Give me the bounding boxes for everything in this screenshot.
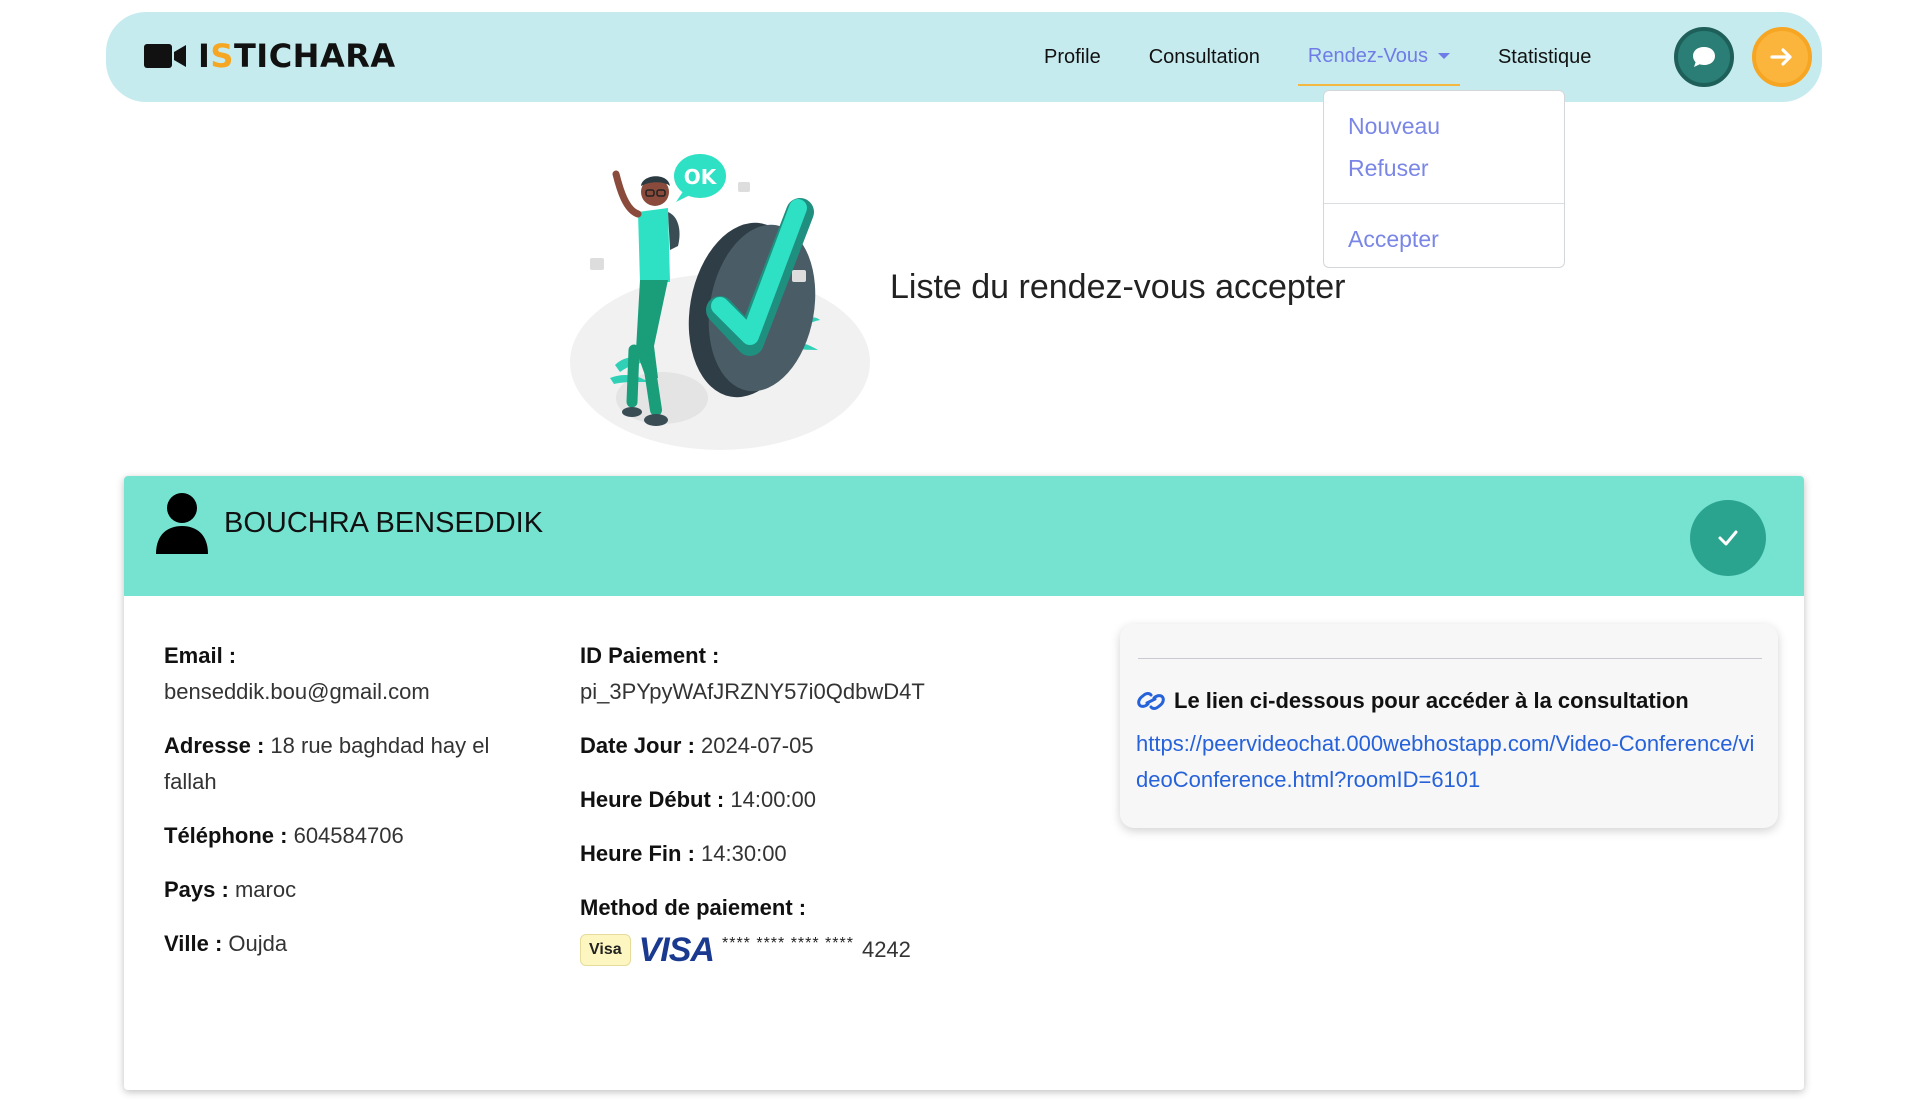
- top-navbar: ISTICHARA Profile Consultation Rendez-Vo…: [106, 12, 1822, 102]
- link-icon: [1137, 692, 1165, 710]
- phone-field: Téléphone : 604584706: [164, 818, 524, 854]
- link-box-divider: [1138, 658, 1762, 659]
- payment-method-label: Method de paiement :: [580, 895, 807, 920]
- consultation-link-box: Le lien ci-dessous pour accéder à la con…: [1120, 624, 1778, 828]
- payment-id-field: ID Paiement : pi_3PYpyWAfJRZNY57i0QdbwD4…: [580, 638, 1060, 710]
- nav-links: Profile Consultation Rendez-Vous Statist…: [1044, 12, 1639, 102]
- rendez-vous-dropdown: Nouveau Refuser Accepter: [1323, 90, 1565, 268]
- nav-item-rendez-vous[interactable]: Rendez-Vous: [1297, 44, 1461, 86]
- country-label: Pays :: [164, 877, 229, 902]
- payment-method-row: Visa VISA **** **** **** **** 4242: [580, 932, 1060, 968]
- payment-info: ID Paiement : pi_3PYpyWAfJRZNY57i0QdbwD4…: [580, 638, 1060, 968]
- nav-item-profile[interactable]: Profile: [1044, 46, 1101, 69]
- country-field: Pays : maroc: [164, 872, 524, 908]
- payment-method-field: Method de paiement :: [580, 890, 1060, 926]
- brand-logo[interactable]: ISTICHARA: [144, 40, 396, 72]
- patient-name: BOUCHRA BENSEDDIK: [224, 507, 544, 539]
- card-header: BOUCHRA BENSEDDIK: [124, 476, 1804, 596]
- end-time-value: 14:30:00: [701, 841, 787, 866]
- email-value: benseddik.bou@gmail.com: [164, 679, 430, 704]
- arrow-right-icon: [1770, 48, 1792, 66]
- email-label: Email :: [164, 643, 237, 668]
- dropdown-divider: [1324, 203, 1564, 204]
- phone-value: 604584706: [293, 823, 404, 848]
- appointment-card: BOUCHRA BENSEDDIK Email : benseddik.bou@…: [124, 476, 1804, 1090]
- address-label: Adresse :: [164, 733, 265, 758]
- link-title-text: Le lien ci-dessous pour accéder à la con…: [1174, 688, 1689, 713]
- patient-info: Email : benseddik.bou@gmail.com Adresse …: [164, 638, 524, 980]
- end-time-label: Heure Fin :: [580, 841, 695, 866]
- link-title: Le lien ci-dessous pour accéder à la con…: [1136, 688, 1689, 714]
- person-icon: [156, 493, 208, 554]
- accepted-status-badge: [1690, 500, 1766, 576]
- address-field: Adresse : 18 rue baghdad hay el fallah: [164, 728, 524, 800]
- ok-bubble-text: OK: [684, 165, 718, 189]
- city-value: Oujda: [228, 931, 288, 956]
- city-field: Ville : Oujda: [164, 926, 524, 962]
- email-field: Email : benseddik.bou@gmail.com: [164, 638, 524, 710]
- logout-button[interactable]: [1752, 27, 1812, 87]
- start-time-field: Heure Début : 14:00:00: [580, 782, 1060, 818]
- city-label: Ville :: [164, 931, 223, 956]
- nav-item-statistique[interactable]: Statistique: [1498, 46, 1591, 69]
- nav-item-rendez-vous-label: Rendez-Vous: [1307, 44, 1428, 67]
- dropdown-item-nouveau[interactable]: Nouveau: [1324, 105, 1564, 147]
- card-brand-chip: Visa: [580, 934, 631, 966]
- end-time-field: Heure Fin : 14:30:00: [580, 836, 1060, 872]
- start-time-label: Heure Début :: [580, 787, 725, 812]
- date-label: Date Jour :: [580, 733, 695, 758]
- accepted-illustration: OK: [570, 154, 870, 450]
- brand-name: ISTICHARA: [198, 37, 396, 75]
- chat-bubble-icon: [1693, 47, 1715, 67]
- date-value: 2024-07-05: [701, 733, 814, 758]
- card-last4: 4242: [861, 937, 911, 962]
- consultation-url-link[interactable]: https://peervideochat.000webhostapp.com/…: [1136, 726, 1756, 798]
- nav-item-consultation[interactable]: Consultation: [1149, 46, 1260, 69]
- country-value: maroc: [234, 877, 297, 902]
- caret-down-icon: [1437, 53, 1450, 60]
- date-field: Date Jour : 2024-07-05: [580, 728, 1060, 764]
- masked-card-number: **** **** **** ****: [721, 935, 854, 952]
- payment-id-label: ID Paiement :: [580, 643, 720, 668]
- chat-button[interactable]: [1674, 27, 1734, 87]
- check-icon: [1718, 530, 1738, 546]
- page-title: Liste du rendez-vous accepter: [890, 268, 1346, 306]
- visa-logo: VISA: [638, 931, 715, 969]
- phone-label: Téléphone :: [164, 823, 288, 848]
- payment-id-value: pi_3PYpyWAfJRZNY57i0QdbwD4T: [580, 679, 925, 704]
- start-time-value: 14:00:00: [730, 787, 817, 812]
- dropdown-item-accepter[interactable]: Accepter: [1324, 218, 1564, 260]
- dropdown-item-refuser[interactable]: Refuser: [1324, 147, 1564, 189]
- video-camera-icon: [144, 44, 186, 68]
